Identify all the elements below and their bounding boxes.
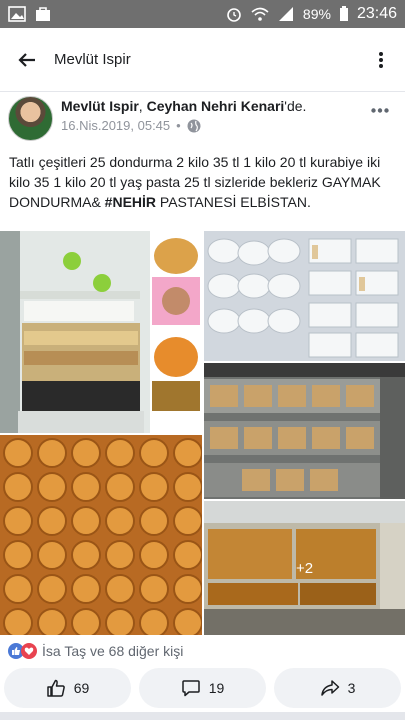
avatar[interactable]: [8, 96, 53, 141]
more-photos-overlay[interactable]: +2: [204, 501, 405, 635]
more-vertical-icon: [379, 51, 383, 68]
battery-icon: [339, 6, 348, 21]
alarm-icon: [227, 8, 241, 22]
more-horizontal-icon: [371, 107, 389, 113]
bag-icon: [36, 7, 50, 21]
photo-grid: +2: [0, 231, 405, 635]
status-bar: 89% 23:46: [0, 0, 405, 28]
page-title: Mevlüt Ispir: [54, 51, 131, 68]
place-separator: ,: [138, 98, 147, 114]
location-name[interactable]: Ceyhan Nehri Kenari: [147, 98, 285, 114]
hashtag-link[interactable]: #NEHİR: [105, 194, 156, 210]
share-count: 3: [347, 680, 356, 696]
comment-icon: [181, 680, 200, 697]
globe-icon: [187, 119, 201, 132]
comment-button[interactable]: 19: [139, 668, 266, 708]
comment-count: 19: [208, 680, 225, 696]
back-button[interactable]: [0, 28, 54, 92]
image-icon: [8, 6, 26, 22]
signal-icon: [278, 7, 293, 21]
photo-baklava-tray[interactable]: [0, 435, 202, 635]
photo-cookie-display[interactable]: [204, 363, 405, 499]
share-icon: [320, 680, 339, 696]
like-button[interactable]: 69: [4, 668, 131, 708]
photo-shop-counter[interactable]: [0, 231, 202, 433]
like-count: 69: [73, 680, 90, 696]
meta-dot: •: [176, 118, 181, 133]
author-name[interactable]: Mevlüt Ispir: [61, 98, 139, 114]
back-arrow-icon: [18, 52, 35, 67]
love-reaction-icon: [21, 643, 37, 659]
photo-stacked-boxes[interactable]: [204, 231, 405, 361]
wifi-icon: [251, 7, 269, 21]
post-options-button[interactable]: [363, 98, 397, 122]
post-date[interactable]: 16.Nis.2019, 05:45: [61, 118, 170, 133]
battery-percent: 89%: [302, 6, 331, 22]
app-bar: Mevlüt Ispir: [0, 28, 405, 92]
overflow-menu-button[interactable]: [357, 28, 405, 92]
location-suffix: 'de.: [284, 98, 307, 114]
post-header: Mevlüt Ispir, Ceyhan Nehri Kenari'de. 16…: [0, 94, 405, 146]
reactions-text: İsa Taş ve 68 diğer kişi: [42, 643, 184, 659]
post-text-part2: PASTANESİ ELBİSTAN.: [156, 194, 311, 210]
share-button[interactable]: 3: [274, 668, 401, 708]
thumbs-up-icon: [46, 679, 65, 697]
post-body: Tatlı çeşitleri 25 dondurma 2 kilo 35 tl…: [9, 152, 401, 212]
feed-divider: [0, 712, 405, 720]
action-bar: 69 19 3: [4, 668, 401, 708]
reactions-summary[interactable]: İsa Taş ve 68 diğer kişi: [8, 643, 183, 659]
clock: 23:46: [356, 5, 397, 22]
